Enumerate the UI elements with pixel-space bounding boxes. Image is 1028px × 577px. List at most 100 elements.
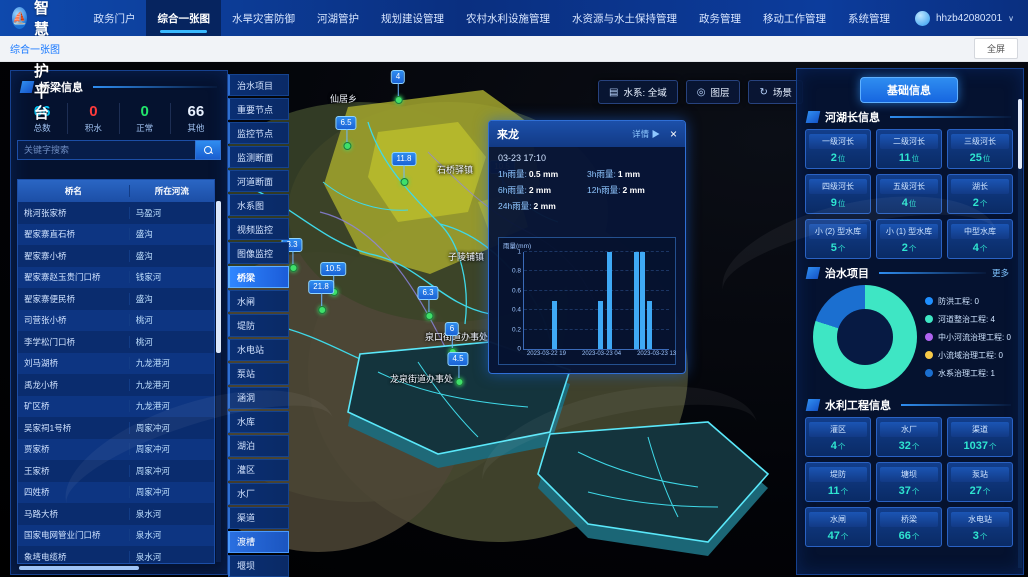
chart-bar[interactable] [552, 301, 557, 350]
layer-menu-item[interactable]: 堰坝 [228, 555, 289, 577]
stat-card[interactable]: 桥梁66个 [876, 507, 942, 547]
nav-item[interactable]: 农村水利设施管理 [455, 0, 561, 36]
stat-card[interactable]: 灌区4个 [805, 417, 871, 457]
nav-item[interactable]: 综合一张图 [146, 0, 221, 36]
table-horizontal-scrollbar[interactable] [19, 566, 139, 570]
nav-item[interactable]: 河湖管护 [306, 0, 370, 36]
station-badge[interactable]: 6.5 [335, 116, 356, 130]
table-row[interactable]: 禹龙小桥九龙港河 [18, 374, 214, 396]
user-avatar [915, 11, 930, 26]
layer-menu-item[interactable]: 河道断面 [228, 170, 289, 192]
popup-detail-link[interactable]: 详情 ▶ [632, 128, 660, 140]
nav-item[interactable]: 规划建设管理 [370, 0, 455, 36]
stat-card[interactable]: 水电站3个 [947, 507, 1013, 547]
stat-card[interactable]: 水厂32个 [876, 417, 942, 457]
table-row[interactable]: 贾家桥周家冲河 [18, 439, 214, 461]
stat-card[interactable]: 塘坝37个 [876, 462, 942, 502]
station-badge[interactable]: 10.5 [320, 262, 346, 276]
station-badge[interactable]: 11.8 [392, 152, 417, 166]
table-row[interactable]: 翟家寨小桥盛沟 [18, 245, 214, 267]
layer-menu-item[interactable]: 渠道 [228, 507, 289, 529]
layer-menu-item[interactable]: 监测断面 [228, 146, 289, 168]
nav-item[interactable]: 水资源与水土保持管理 [561, 0, 688, 36]
nav-item[interactable]: 系统管理 [837, 0, 901, 36]
layer-menu-item[interactable]: 水厂 [228, 483, 289, 505]
table-row[interactable]: 李学松门口桥桃河 [18, 331, 214, 353]
card-label: 桥梁 [880, 512, 938, 527]
station-badge[interactable]: 4 [391, 70, 405, 84]
layer-menu-item[interactable]: 涵洞 [228, 387, 289, 409]
table-row[interactable]: 翟家寨赵玉贵门口桥钱家河 [18, 267, 214, 289]
station-badge[interactable]: 21.8 [308, 280, 334, 294]
layer-menu-item[interactable]: 监控节点 [228, 122, 289, 144]
stat-card[interactable]: 泵站27个 [947, 462, 1013, 502]
metric-label: 12h雨量: [587, 185, 621, 195]
chart-bar[interactable] [640, 252, 645, 349]
table-row[interactable]: 吴家祠1号桥周家冲河 [18, 417, 214, 439]
map-control-button[interactable]: ↻场景 [748, 80, 802, 104]
station-badge[interactable]: 4.5 [447, 352, 468, 366]
layer-menu-item[interactable]: 桥梁 [228, 266, 289, 288]
chart-bar[interactable] [634, 252, 639, 349]
table-row[interactable]: 翟家寨便民桥盛沟 [18, 288, 214, 310]
chart-bar[interactable] [598, 301, 603, 350]
search-button[interactable] [195, 140, 221, 160]
layer-menu-item[interactable]: 堤防 [228, 314, 289, 336]
chart-bar[interactable] [607, 252, 612, 349]
table-row[interactable]: 司营张小桥桃河 [18, 310, 214, 332]
nav-item[interactable]: 水旱灾害防御 [221, 0, 306, 36]
table-vertical-scrollbar[interactable] [216, 201, 221, 562]
base-info-button[interactable]: 基础信息 [860, 77, 958, 103]
top-nav: ⛵ 水系连通智慧管护平台 政务门户综合一张图水旱灾害防御河湖管护规划建设管理农村… [0, 0, 1028, 36]
map-control-button[interactable]: ◎图层 [686, 80, 741, 104]
table-row[interactable]: 矿区桥九龙港河 [18, 396, 214, 418]
search-input[interactable] [17, 140, 195, 160]
stat-card[interactable]: 湖长2个 [947, 174, 1013, 214]
right-panel-scrollbar[interactable] [1018, 99, 1022, 568]
layer-menu-item[interactable]: 湖泊 [228, 435, 289, 457]
station-badge[interactable]: 6.3 [417, 286, 438, 300]
projects-more-link[interactable]: 更多 [992, 267, 1009, 279]
table-row[interactable]: 王家桥周家冲河 [18, 460, 214, 482]
table-row[interactable]: 刘马湖桥九龙港河 [18, 353, 214, 375]
close-icon[interactable]: × [670, 127, 677, 141]
table-row[interactable]: 马路大桥泉水河 [18, 503, 214, 525]
stat-card[interactable]: 一级河长2位 [805, 129, 871, 169]
layer-menu-item[interactable]: 水系图 [228, 194, 289, 216]
nav-item[interactable]: 政务管理 [688, 0, 752, 36]
layer-menu-item[interactable]: 泵站 [228, 363, 289, 385]
layer-menu-item[interactable]: 水电站 [228, 339, 289, 361]
station-badge[interactable]: 6 [445, 322, 459, 336]
breadcrumb[interactable]: 综合一张图 [10, 41, 60, 56]
stat-card[interactable]: 中型水库4个 [947, 219, 1013, 259]
table-row[interactable]: 国家电网管业门口桥泉水河 [18, 525, 214, 547]
map-control-button[interactable]: ▤水系: 全域 [598, 80, 678, 104]
layer-menu-item[interactable]: 治水项目 [228, 74, 289, 96]
stat-card[interactable]: 水闸47个 [805, 507, 871, 547]
layer-menu-item[interactable]: 水闸 [228, 290, 289, 312]
stat-card[interactable]: 堤防11个 [805, 462, 871, 502]
layer-menu-item[interactable]: 图像监控 [228, 242, 289, 264]
card-label: 水厂 [880, 422, 938, 437]
layer-menu-item[interactable]: 水库 [228, 411, 289, 433]
stat-card[interactable]: 二级河长11位 [876, 129, 942, 169]
layer-menu-item[interactable]: 灌区 [228, 459, 289, 481]
stat-card[interactable]: 五级河长4位 [876, 174, 942, 214]
layer-menu-item[interactable]: 视频监控 [228, 218, 289, 240]
stat-card[interactable]: 小 (1) 型水库2个 [876, 219, 942, 259]
stat-card[interactable]: 小 (2) 型水库5个 [805, 219, 871, 259]
table-row[interactable]: 翟家寨直石桥盛沟 [18, 224, 214, 246]
table-row[interactable]: 四姓桥周家冲河 [18, 482, 214, 504]
user-menu[interactable]: hhzb42080201 ∨ [901, 0, 1028, 36]
nav-item[interactable]: 移动工作管理 [752, 0, 837, 36]
table-row[interactable]: 桃河张家桥马盈河 [18, 202, 214, 224]
stat-card[interactable]: 三级河长25位 [947, 129, 1013, 169]
table-row[interactable]: 象塆电缆桥泉水河 [18, 546, 214, 564]
layer-menu-item[interactable]: 重要节点 [228, 98, 289, 120]
fullscreen-button[interactable]: 全屏 [974, 38, 1018, 59]
stat-card[interactable]: 渠道1037个 [947, 417, 1013, 457]
stat-card[interactable]: 四级河长9位 [805, 174, 871, 214]
chart-bar[interactable] [647, 301, 652, 350]
nav-item[interactable]: 政务门户 [82, 0, 146, 36]
layer-menu-item[interactable]: 渡槽 [228, 531, 289, 553]
